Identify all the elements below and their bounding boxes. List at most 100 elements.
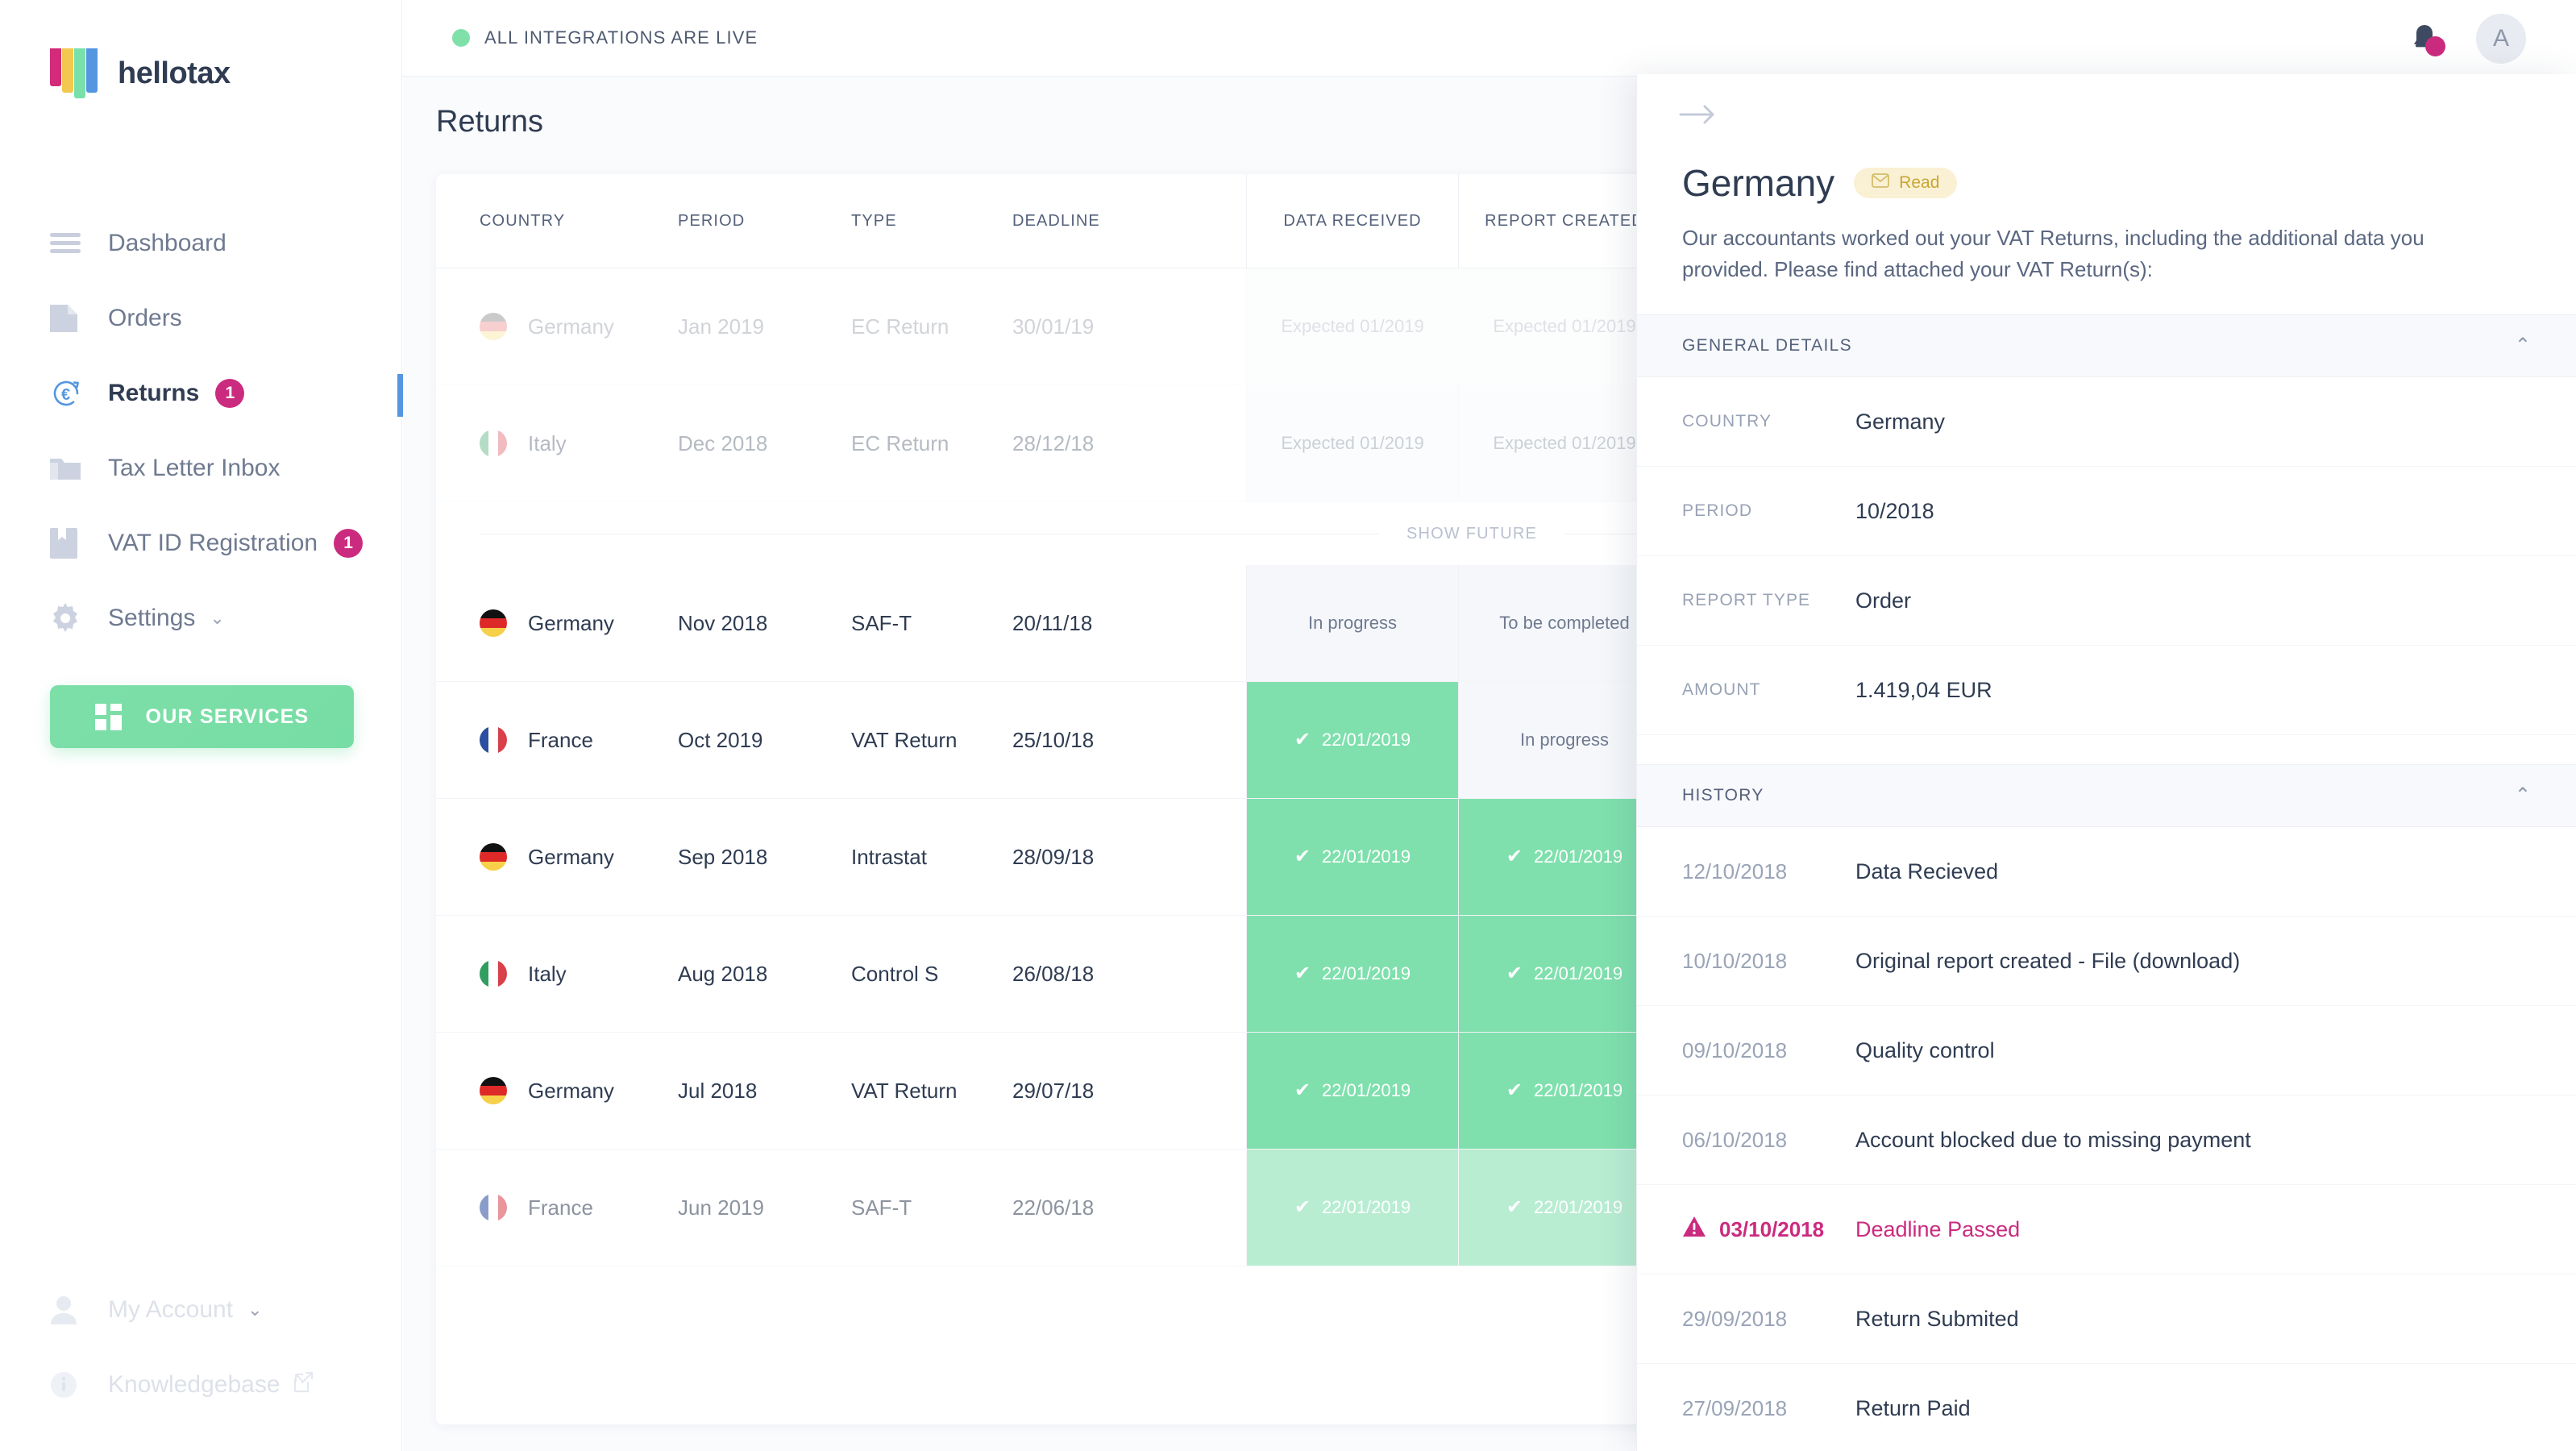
- check-icon: ✔: [1506, 1196, 1523, 1218]
- cell-deadline: 25/10/18: [1012, 727, 1095, 752]
- sidebar-badge-vat-id: 1: [334, 528, 364, 558]
- info-icon: [50, 1371, 85, 1399]
- our-services-button[interactable]: OUR SERVICES: [50, 685, 354, 748]
- chevron-down-icon: ⌄: [247, 1299, 263, 1320]
- sidebar: hellotax Dashboard Orders € Returns 1 Ta…: [0, 0, 404, 1451]
- integrations-status: ALL INTEGRATIONS ARE LIVE: [452, 27, 758, 48]
- check-icon: ✔: [1294, 1196, 1311, 1218]
- envelope-icon: [1872, 173, 1890, 193]
- sidebar-item-returns[interactable]: € Returns 1: [0, 355, 404, 430]
- cell-type: Control S: [851, 961, 939, 986]
- status-badge: Read: [1854, 168, 1958, 198]
- sidebar-item-label: VAT ID Registration: [108, 529, 318, 556]
- cell-type: EC Return: [851, 314, 949, 339]
- section-header-general-details[interactable]: GENERAL DETAILS ⌃: [1637, 314, 2576, 377]
- cell-period: Jul 2018: [678, 1078, 758, 1103]
- external-link-icon: [293, 1371, 314, 1397]
- detail-row-amount: AMOUNT 1.419,04 EUR: [1637, 646, 2576, 735]
- sidebar-badge-returns: 1: [215, 378, 245, 408]
- detail-key: AMOUNT: [1682, 680, 1761, 699]
- cell-type: EC Return: [851, 430, 949, 455]
- show-future-label[interactable]: SHOW FUTURE: [1378, 524, 1565, 543]
- cell-period: Nov 2018: [678, 610, 768, 635]
- panel-header: Germany Read Our accountants worked out …: [1637, 74, 2576, 285]
- chevron-up-icon[interactable]: ⌃: [2515, 786, 2531, 805]
- cell-deadline: 28/09/18: [1012, 844, 1095, 869]
- status-dot-icon: [452, 29, 470, 47]
- app-root: hellotax Dashboard Orders € Returns 1 Ta…: [0, 0, 2576, 1451]
- sidebar-item-orders[interactable]: Orders: [0, 281, 402, 355]
- cell-type: SAF-T: [851, 1195, 912, 1220]
- check-icon: ✔: [1506, 962, 1523, 984]
- brand-logo[interactable]: hellotax: [50, 48, 231, 99]
- check-icon: ✔: [1294, 729, 1311, 750]
- sidebar-item-knowledgebase[interactable]: Knowledgebase: [0, 1347, 402, 1422]
- sidebar-item-label: Settings: [108, 604, 196, 631]
- cell-deadline: 22/06/18: [1012, 1195, 1095, 1220]
- sidebar-item-label: Knowledgebase: [108, 1370, 280, 1398]
- cell-data-received: Expected 01/2019: [1246, 385, 1458, 501]
- cell-period: Aug 2018: [678, 961, 768, 986]
- page-title: Returns: [436, 105, 544, 139]
- avatar[interactable]: A: [2476, 13, 2526, 64]
- history-event[interactable]: Original report created - File (download…: [1855, 949, 2240, 974]
- folder-icon: [50, 455, 85, 481]
- flag-icon: [480, 843, 507, 871]
- sidebar-item-vat-id-registration[interactable]: VAT ID Registration 1: [0, 505, 402, 580]
- sidebar-item-dashboard[interactable]: Dashboard: [0, 206, 402, 281]
- detail-value: 10/2018: [1855, 498, 1934, 523]
- flag-icon: [480, 960, 507, 987]
- warning-triangle-icon: [1682, 1216, 1706, 1243]
- section-header-history[interactable]: HISTORY ⌃: [1637, 764, 2576, 827]
- sidebar-item-label: Dashboard: [108, 229, 226, 256]
- cell-deadline: 28/12/18: [1012, 430, 1095, 455]
- history-row: 06/10/2018 Account blocked due to missin…: [1637, 1096, 2576, 1185]
- check-icon: ✔: [1294, 1079, 1311, 1101]
- menu-icon: [50, 231, 85, 256]
- history-row: 10/10/2018 Original report created - Fil…: [1637, 917, 2576, 1006]
- notification-bell-button[interactable]: [2407, 21, 2445, 56]
- column-header-data-received: DATA RECEIVED: [1246, 174, 1458, 268]
- history-event: Return Submited: [1855, 1306, 2019, 1331]
- flag-icon: [480, 1077, 507, 1104]
- history-event-alert: Deadline Passed: [1855, 1216, 2021, 1241]
- cell-deadline: 20/11/18: [1012, 610, 1093, 635]
- cell-type: Intrastat: [851, 844, 927, 869]
- detail-row-period: PERIOD 10/2018: [1637, 467, 2576, 556]
- cell-data-received: ✔ 22/01/2019: [1246, 1033, 1458, 1149]
- column-header-type: TYPE: [851, 211, 897, 230]
- cell-country: Italy: [528, 961, 567, 986]
- cell-type: VAT Return: [851, 727, 958, 752]
- top-bar: ALL INTEGRATIONS ARE LIVE A: [402, 0, 2576, 77]
- cell-deadline: 26/08/18: [1012, 961, 1095, 986]
- our-services-label: OUR SERVICES: [145, 705, 310, 728]
- cell-period: Jan 2019: [678, 314, 764, 339]
- gear-icon: [50, 602, 85, 634]
- sidebar-item-settings[interactable]: Settings ⌄: [0, 580, 402, 655]
- notification-badge-dot: [2425, 35, 2445, 56]
- detail-row-report-type: REPORT TYPE Order: [1637, 556, 2576, 646]
- column-header-country: COUNTRY: [480, 211, 566, 230]
- history-date: 10/10/2018: [1682, 948, 1788, 973]
- history-date: 27/09/2018: [1682, 1395, 1788, 1420]
- euro-return-icon: €: [50, 377, 85, 410]
- sidebar-item-my-account[interactable]: My Account ⌄: [0, 1272, 402, 1347]
- chevron-up-icon[interactable]: ⌃: [2515, 336, 2531, 355]
- grid-icon: [94, 703, 122, 730]
- cell-country: Germany: [528, 844, 614, 869]
- panel-description: Our accountants worked out your VAT Retu…: [1682, 226, 2424, 281]
- flag-icon: [480, 609, 507, 637]
- cell-type: SAF-T: [851, 610, 912, 635]
- detail-panel: Germany Read Our accountants worked out …: [1636, 74, 2576, 1451]
- cell-data-received: ✔ 22/01/2019: [1246, 799, 1458, 915]
- user-icon: [50, 1295, 85, 1324]
- sidebar-item-tax-letter-inbox[interactable]: Tax Letter Inbox: [0, 430, 402, 505]
- status-badge-label: Read: [1899, 173, 1940, 192]
- chevron-down-icon: ⌄: [210, 607, 225, 628]
- cell-deadline: 29/07/18: [1012, 1078, 1095, 1103]
- history-date-alert: 03/10/2018: [1682, 1216, 1855, 1243]
- close-panel-arrow-icon[interactable]: [1679, 98, 1718, 131]
- detail-key: REPORT TYPE: [1682, 591, 1811, 609]
- history-row: 29/09/2018 Return Submited: [1637, 1274, 2576, 1364]
- history-event: Return Paid: [1855, 1395, 1971, 1420]
